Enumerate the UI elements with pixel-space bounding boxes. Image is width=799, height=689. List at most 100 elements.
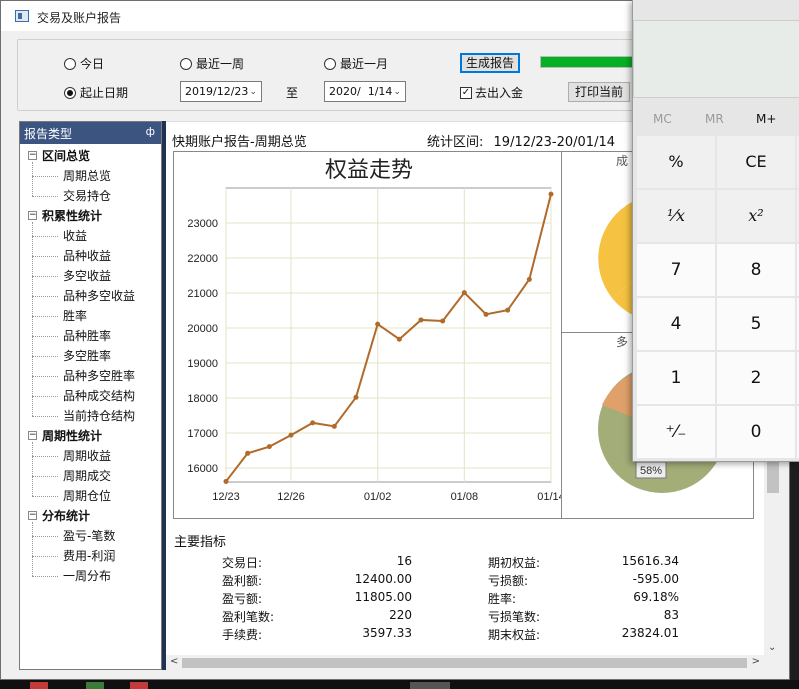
tree-line <box>32 442 33 496</box>
equity-data-point <box>223 478 229 484</box>
tree-item[interactable]: 费用-利润 <box>20 546 161 566</box>
equity-data-point <box>375 321 381 327</box>
taskbar-app-icon[interactable] <box>130 682 148 689</box>
metric-label: 胜率: <box>488 592 517 606</box>
digit-0-button[interactable]: 0 <box>717 406 795 458</box>
report-title: 快期账户报告-周期总览 <box>172 135 307 150</box>
radio-last-week[interactable]: 最近一周 <box>180 55 244 72</box>
print-current-button[interactable]: 打印当前 <box>568 82 630 102</box>
metric-label: 期末权益: <box>488 628 541 642</box>
equity-chart-svg: 权益走势 16000 17000 18000 19000 20000 21000 22000 2… <box>187 158 563 503</box>
tree-item[interactable]: 品种多空胜率 <box>20 366 161 386</box>
radio-dot <box>64 57 76 70</box>
tree-item[interactable]: 收益 <box>20 226 161 246</box>
to-label: 至 <box>286 86 299 100</box>
digit-5-button[interactable]: 5 <box>717 298 795 350</box>
tree-item[interactable]: 周期收益 <box>20 446 161 466</box>
memory-add-button[interactable]: M+ <box>756 112 776 126</box>
digit-8-button[interactable]: 8 <box>717 244 795 296</box>
metric-label: 盈利笔数: <box>222 610 275 624</box>
taskbar-app-icon[interactable] <box>30 682 48 689</box>
tree-group[interactable]: − 区间总览 <box>20 146 161 166</box>
tree-line <box>32 522 33 576</box>
tree-item[interactable]: 多空胜率 <box>20 346 161 366</box>
digit-2-button[interactable]: 2 <box>717 352 795 404</box>
exclude-transfers-checkbox[interactable]: ✓ 去出入金 <box>460 84 523 101</box>
memory-clear-button[interactable]: MC <box>653 112 672 126</box>
x-tick-label: 12/23 <box>212 491 240 503</box>
digit-4-button[interactable]: 4 <box>637 298 715 350</box>
tree-group[interactable]: − 周期性统计 <box>20 426 161 446</box>
tree-item[interactable]: 品种胜率 <box>20 326 161 346</box>
tree-item[interactable]: 一周分布 <box>20 566 161 586</box>
tree-item[interactable]: 周期成交 <box>20 466 161 486</box>
calculator-window: MC MR M+ % CE ¹⁄x x² 7 8 4 5 1 2 ⁺⁄₋ 0 <box>632 0 799 462</box>
percent-button[interactable]: % <box>637 136 715 188</box>
collapse-icon[interactable]: − <box>28 431 37 440</box>
y-tick-label: 23000 <box>187 218 218 230</box>
tree-item[interactable]: 盈亏-笔数 <box>20 526 161 546</box>
metric-value: 83 <box>663 608 679 622</box>
collapse-icon[interactable]: − <box>28 151 37 160</box>
start-date-picker[interactable]: 2019/12/23 ⌄ <box>180 81 262 102</box>
memory-recall-button[interactable]: MR <box>705 112 724 126</box>
chevron-left-icon[interactable]: < <box>170 656 178 667</box>
percent-badge: 58% <box>640 465 662 477</box>
chevron-down-icon: ⌄ <box>393 86 401 97</box>
metric-value: -595.00 <box>632 572 679 586</box>
radio-date-range[interactable]: 起止日期 <box>64 84 128 101</box>
tree-item[interactable]: 胜率 <box>20 306 161 326</box>
digit-1-button[interactable]: 1 <box>637 352 715 404</box>
tree-item[interactable]: 品种成交结构 <box>20 386 161 406</box>
taskbar-app-icon[interactable] <box>410 682 450 689</box>
negate-button[interactable]: ⁺⁄₋ <box>637 406 715 458</box>
chevron-down-icon[interactable]: ⌄ <box>768 642 776 653</box>
collapse-icon[interactable]: − <box>28 511 37 520</box>
progress-fill <box>541 57 637 67</box>
radio-dot <box>180 57 192 70</box>
y-tick-label: 19000 <box>187 358 218 370</box>
horizontal-scrollbar[interactable]: < > <box>166 655 764 671</box>
metric-value: 3597.33 <box>362 626 412 640</box>
metric-value: 16 <box>396 554 412 568</box>
clear-entry-button[interactable]: CE <box>717 136 795 188</box>
end-date-picker[interactable]: 2020/ 1/14 ⌄ <box>324 81 406 102</box>
digit-7-button[interactable]: 7 <box>637 244 715 296</box>
collapse-icon[interactable]: − <box>28 211 37 220</box>
tree-group[interactable]: − 积累性统计 <box>20 206 161 226</box>
equity-data-point <box>353 394 359 400</box>
equity-data-point <box>418 317 424 323</box>
tree-item[interactable]: 品种收益 <box>20 246 161 266</box>
tree-item[interactable]: 周期总览 <box>20 166 161 186</box>
plot-area <box>225 187 552 483</box>
report-type-panel: 报告类型 ф − 区间总览 周期总览 交易持仓 − 积累性统计 收益 品种收益 多空收益 品种多空… <box>19 121 162 670</box>
y-tick-label: 18000 <box>187 393 218 405</box>
y-tick-label: 22000 <box>187 253 218 265</box>
tree-item[interactable]: 当前持仓结构 <box>20 406 161 426</box>
metric-label: 盈利额: <box>222 574 263 588</box>
window-title: 交易及账户报告 <box>37 11 122 25</box>
radio-today[interactable]: 今日 <box>64 55 104 72</box>
scroll-thumb[interactable] <box>182 658 747 668</box>
scroll-thumb[interactable] <box>767 459 779 493</box>
radio-last-month[interactable]: 最近一月 <box>324 55 388 72</box>
metric-value: 11805.00 <box>354 590 412 604</box>
pin-icon[interactable]: ф <box>146 125 155 138</box>
generate-report-button[interactable]: 生成报告 <box>460 53 520 73</box>
equity-data-point <box>310 420 316 426</box>
x-tick-label: 01/02 <box>364 491 392 503</box>
reciprocal-button[interactable]: ¹⁄x <box>637 190 715 242</box>
tree-group[interactable]: − 分布统计 <box>20 506 161 526</box>
tree-item[interactable]: 交易持仓 <box>20 186 161 206</box>
equity-data-point <box>288 432 294 438</box>
tree-item[interactable]: 品种多空收益 <box>20 286 161 306</box>
tree-item[interactable]: 多空收益 <box>20 266 161 286</box>
report-type-tree: − 区间总览 周期总览 交易持仓 − 积累性统计 收益 品种收益 多空收益 品种多空收益 胜率 品种胜… <box>20 144 161 586</box>
taskbar-app-icon[interactable] <box>86 682 104 689</box>
tree-line <box>32 222 33 416</box>
chevron-right-icon[interactable]: > <box>752 656 760 667</box>
app-icon <box>15 10 29 22</box>
tree-item[interactable]: 周期仓位 <box>20 486 161 506</box>
chart-title: 权益走势 <box>325 158 413 183</box>
square-button[interactable]: x² <box>717 190 795 242</box>
